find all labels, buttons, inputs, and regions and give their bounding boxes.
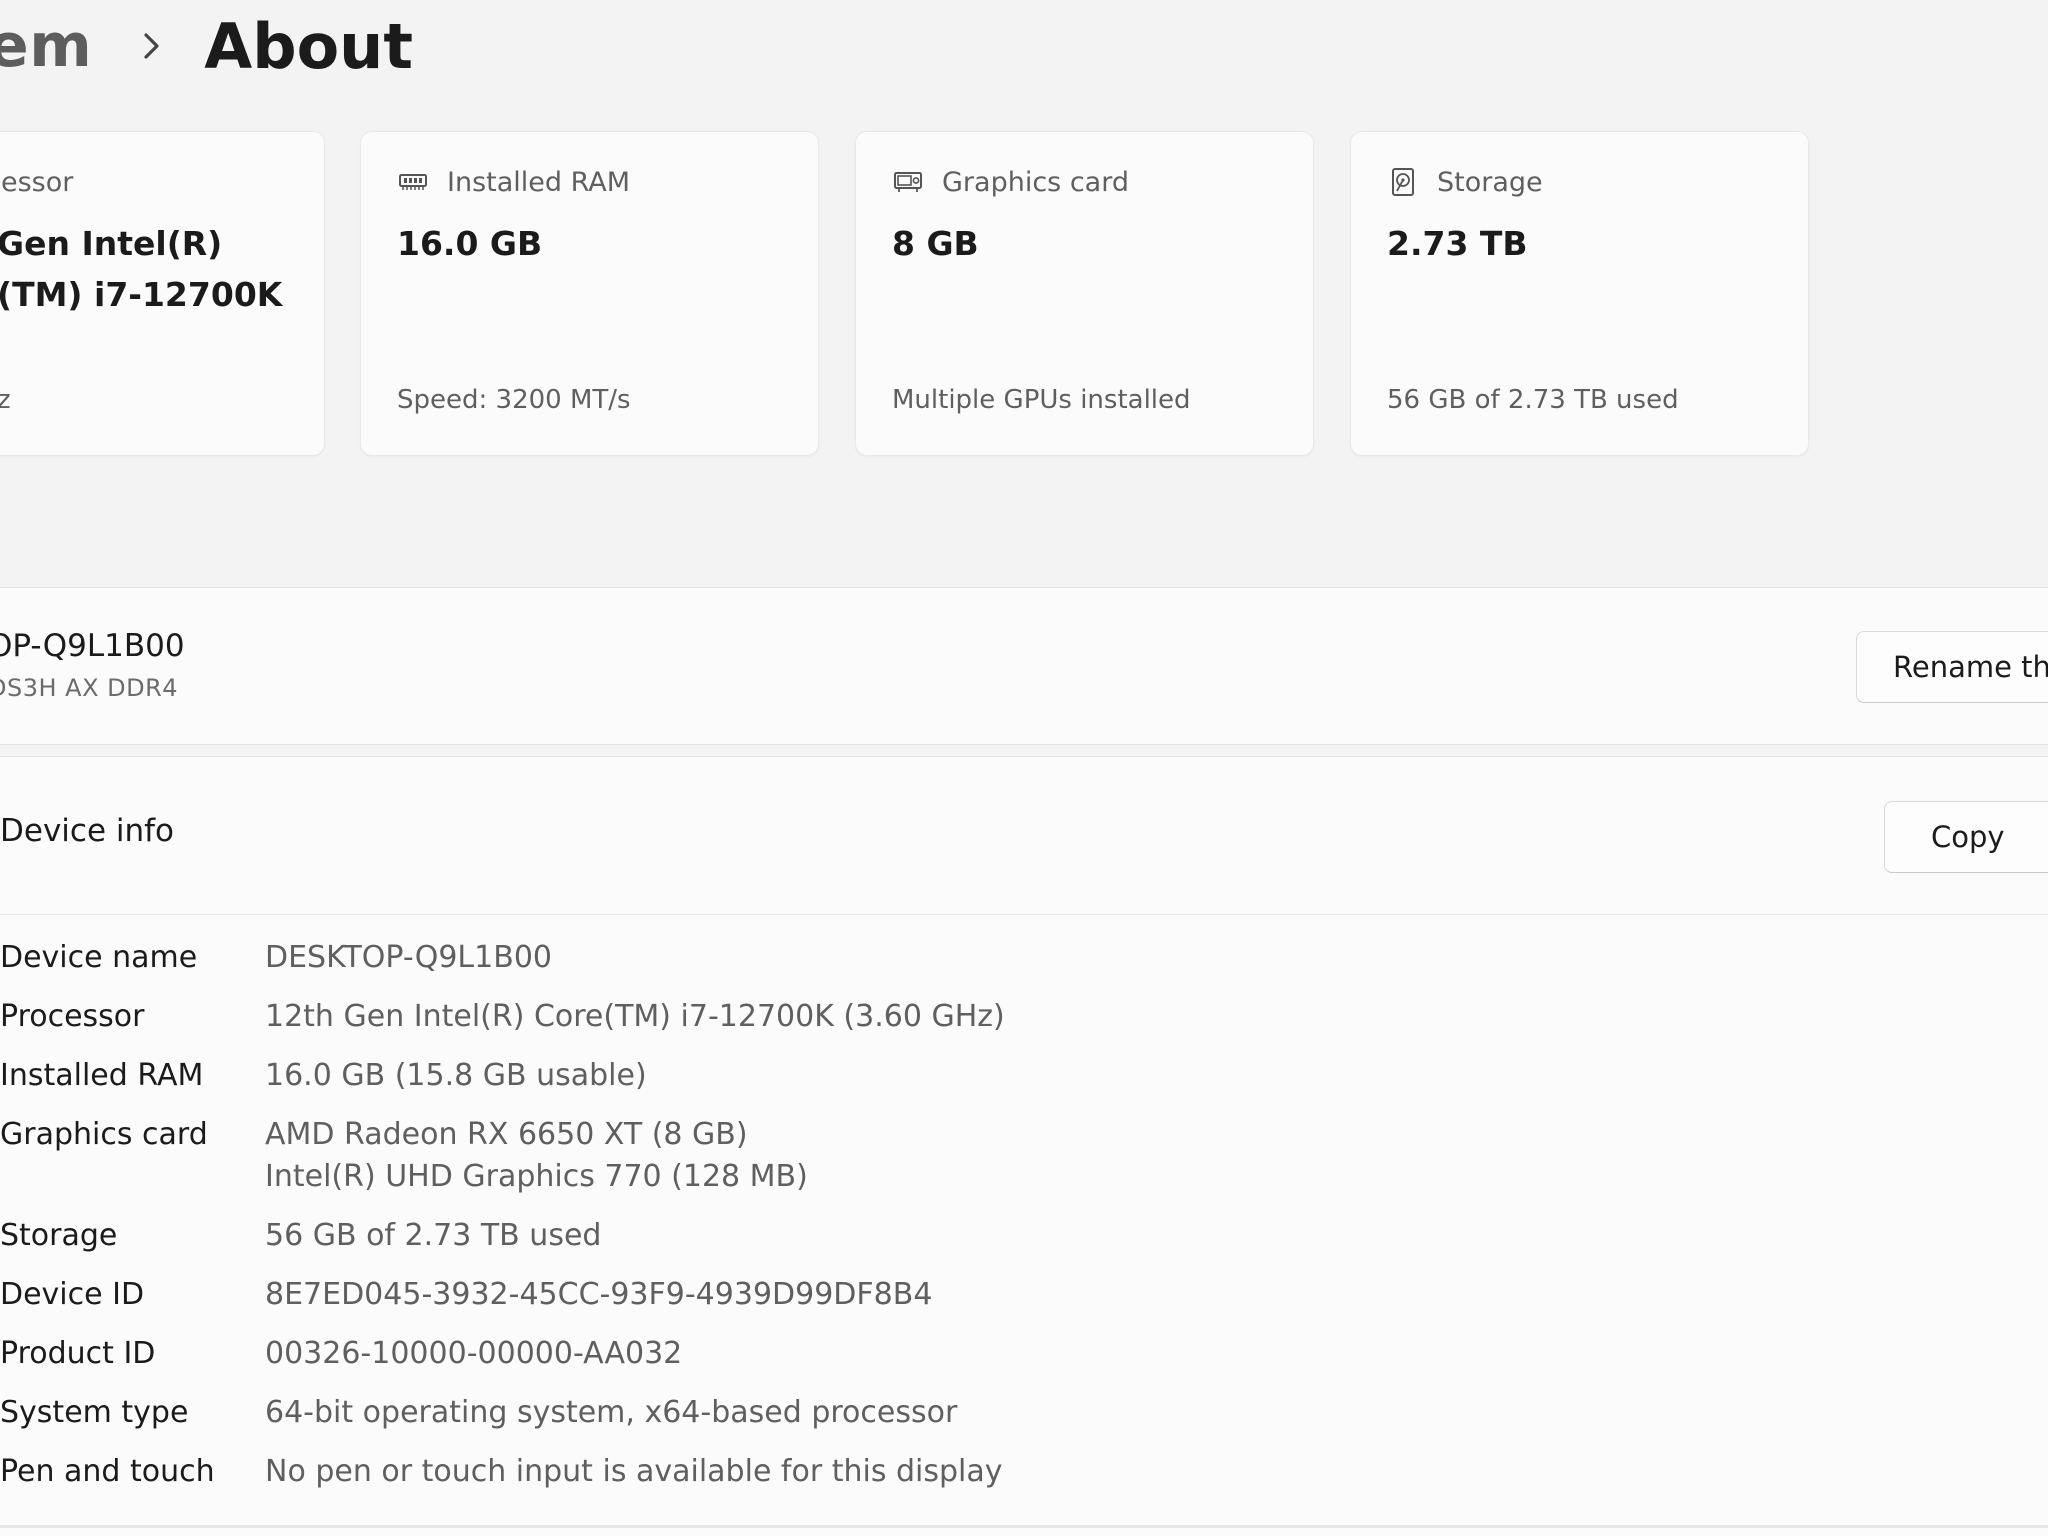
spec-key: Product ID [0, 1336, 156, 1371]
spec-key: System type [0, 1395, 189, 1430]
card-label: Installed RAM [447, 166, 631, 198]
spec-value: AMD Radeon RX 6650 XT (8 GB) Intel(R) UH… [265, 1114, 808, 1198]
card-value-line: 16.0 GB [397, 224, 543, 263]
spec-row-storage: Storage 56 GB of 2.73 TB used [0, 1215, 1005, 1274]
card-subtext: Speed: 3200 MT/s [397, 385, 631, 415]
spec-value: 00326-10000-00000-AA032 [265, 1333, 682, 1375]
spec-value: No pen or touch input is available for t… [265, 1451, 1003, 1493]
card-label: essor [1, 166, 74, 198]
spec-row-system-type: System type 64-bit operating system, x64… [0, 1392, 1005, 1451]
spec-value: 16.0 GB (15.8 GB usable) [265, 1055, 647, 1097]
section-divider [0, 1525, 2048, 1528]
spec-value-line: 16.0 GB (15.8 GB usable) [265, 1058, 647, 1093]
spec-value-line: Intel(R) UHD Graphics 770 (128 MB) [265, 1159, 808, 1194]
spec-row-graphics-card: Graphics card AMD Radeon RX 6650 XT (8 G… [0, 1114, 1005, 1215]
processor-card: essor Gen Intel(R) (TM) i7-12700K z [0, 131, 325, 456]
card-label: Storage [1437, 166, 1543, 198]
spec-value-line: 8E7ED045-3932-45CC-93F9-4939D99DF8B4 [265, 1277, 933, 1312]
spec-key: Processor [0, 999, 145, 1034]
rename-pc-button[interactable]: Rename th [1856, 631, 2048, 703]
gpu-icon [892, 166, 924, 198]
card-value: 16.0 GB [397, 218, 542, 269]
card-subtext: 56 GB of 2.73 TB used [1387, 385, 1679, 415]
card-subtext: Multiple GPUs installed [892, 385, 1191, 415]
spec-row-installed-ram: Installed RAM 16.0 GB (15.8 GB usable) [0, 1055, 1005, 1114]
spec-row-processor: Processor 12th Gen Intel(R) Core(TM) i7-… [0, 996, 1005, 1055]
ram-icon [397, 166, 429, 198]
card-value-line: (TM) i7-12700K [0, 275, 283, 314]
card-value: 8 GB [892, 218, 979, 269]
copy-button[interactable]: Copy [1884, 801, 2048, 873]
spec-key: Pen and touch [0, 1454, 215, 1489]
spec-row-pen-and-touch: Pen and touch No pen or touch input is a… [0, 1451, 1005, 1510]
spec-value: 56 GB of 2.73 TB used [265, 1215, 601, 1257]
storage-icon [1387, 166, 1419, 198]
installed-ram-card: Installed RAM 16.0 GB Speed: 3200 MT/s [360, 131, 819, 456]
card-value: 2.73 TB [1387, 218, 1528, 269]
page-title: About [204, 9, 413, 83]
settings-about-page: em About essor Gen Intel(R) (TM) i7-1270… [0, 0, 2048, 1536]
graphics-card-card: Graphics card 8 GB Multiple GPUs install… [855, 131, 1314, 456]
spec-value: 64-bit operating system, x64-based proce… [265, 1392, 957, 1434]
device-name-row: OP-Q9L1B00 DS3H AX DDR4 Rename th [0, 587, 2048, 745]
spec-value-line: No pen or touch input is available for t… [265, 1454, 1003, 1489]
spec-key: Graphics card [0, 1117, 208, 1152]
spec-value-line: DESKTOP-Q9L1B00 [265, 940, 552, 975]
spec-value-line: 64-bit operating system, x64-based proce… [265, 1395, 958, 1430]
device-info-section: Device info Copy Device name DESKTOP-Q9L… [0, 756, 2048, 1536]
device-model: DS3H AX DDR4 [0, 674, 179, 702]
card-label: Graphics card [942, 166, 1129, 198]
breadcrumb-parent[interactable]: em [0, 11, 92, 81]
spec-value: 8E7ED045-3932-45CC-93F9-4939D99DF8B4 [265, 1274, 932, 1316]
device-info-header[interactable]: Device info Copy [0, 757, 2048, 915]
spec-key: Installed RAM [0, 1058, 204, 1093]
spec-value-line: 12th Gen Intel(R) Core(TM) i7-12700K (3.… [265, 999, 1005, 1034]
spec-key: Storage [0, 1218, 118, 1253]
spec-value-line: 00326-10000-00000-AA032 [265, 1336, 683, 1371]
spec-row-device-id: Device ID 8E7ED045-3932-45CC-93F9-4939D9… [0, 1274, 1005, 1333]
spec-row-product-id: Product ID 00326-10000-00000-AA032 [0, 1333, 1005, 1392]
spec-value: 12th Gen Intel(R) Core(TM) i7-12700K (3.… [265, 996, 1005, 1038]
card-value-line: 2.73 TB [1387, 224, 1528, 263]
card-value-line: Gen Intel(R) [0, 224, 223, 263]
spec-value-line: AMD Radeon RX 6650 XT (8 GB) [265, 1117, 748, 1152]
device-info-title: Device info [0, 813, 175, 849]
card-subtext: z [0, 385, 11, 415]
breadcrumb: em About [0, 6, 413, 86]
device-spec-list: Device name DESKTOP-Q9L1B00 Processor 12… [0, 937, 1005, 1510]
spec-key: Device ID [0, 1277, 145, 1312]
spec-value-line: 56 GB of 2.73 TB used [265, 1218, 602, 1253]
device-name: OP-Q9L1B00 [0, 628, 185, 664]
chevron-right-icon [122, 31, 182, 61]
spec-row-device-name: Device name DESKTOP-Q9L1B00 [0, 937, 1005, 996]
spec-key: Device name [0, 940, 198, 975]
spec-value: DESKTOP-Q9L1B00 [265, 937, 552, 979]
card-value-line: 8 GB [892, 224, 979, 263]
card-value: Gen Intel(R) (TM) i7-12700K [0, 218, 282, 320]
storage-card: Storage 2.73 TB 56 GB of 2.73 TB used [1350, 131, 1809, 456]
